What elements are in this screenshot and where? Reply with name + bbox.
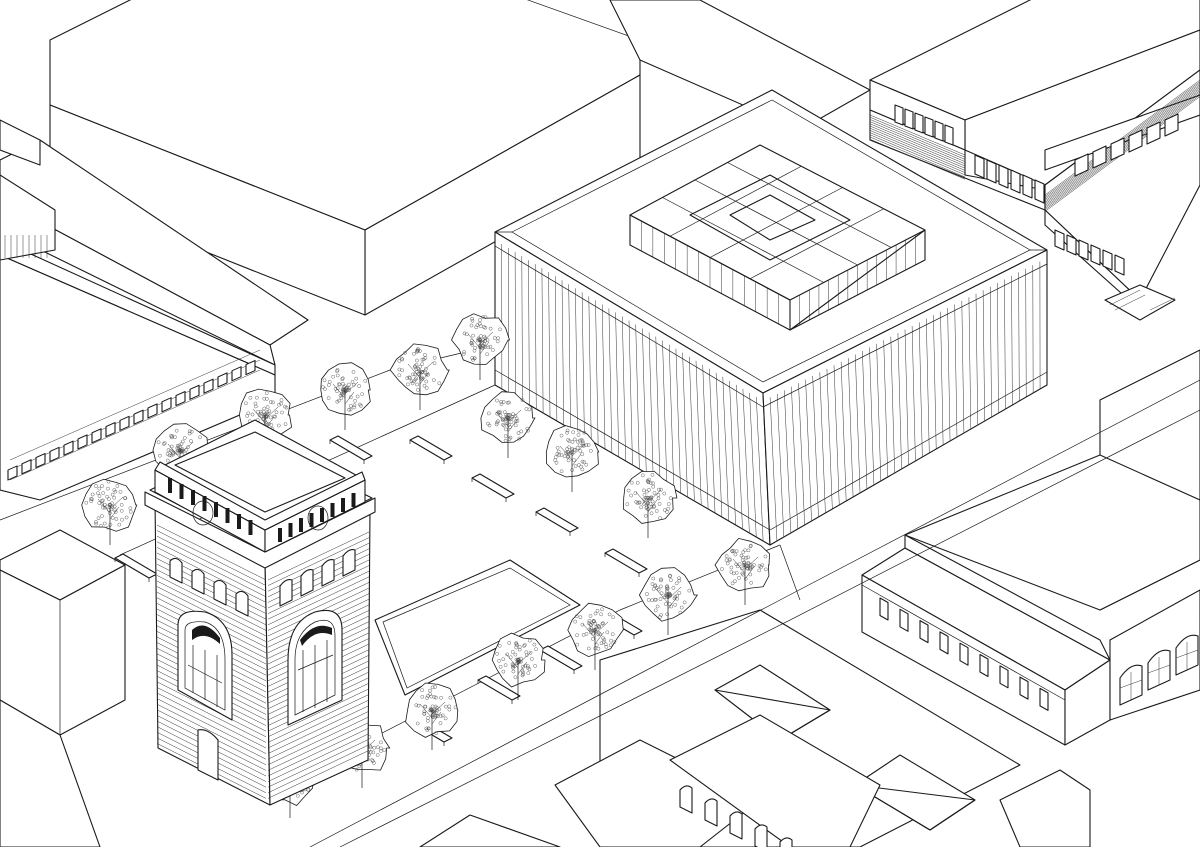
bench	[329, 435, 373, 461]
axonometric-drawing	[0, 0, 1200, 847]
tree	[81, 478, 138, 545]
context-block-left	[0, 529, 126, 847]
tree	[714, 537, 770, 605]
tree	[405, 682, 459, 750]
bench	[539, 645, 583, 671]
tree	[638, 567, 699, 635]
bench	[535, 507, 579, 533]
water-tower	[144, 419, 376, 806]
tree	[389, 343, 450, 410]
axonometric-svg	[0, 0, 1200, 847]
tree	[320, 362, 371, 430]
bench	[471, 473, 515, 499]
bench	[409, 435, 453, 461]
reflecting-pool	[374, 559, 581, 696]
bench	[604, 548, 648, 574]
